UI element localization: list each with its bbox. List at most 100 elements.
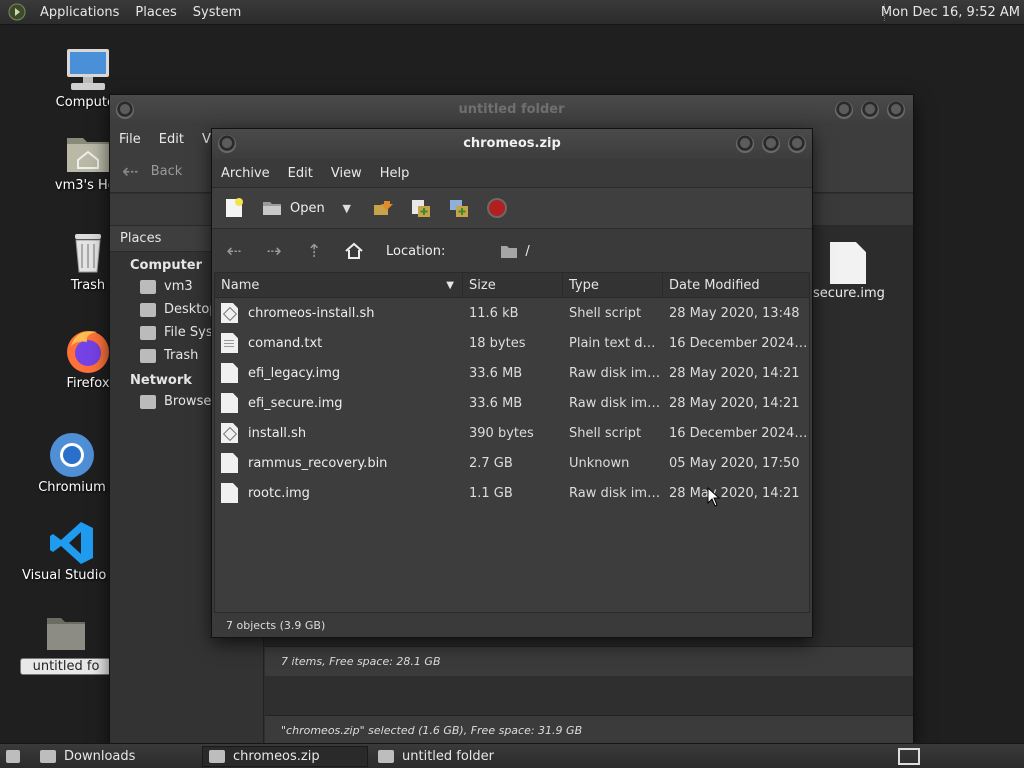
stop-icon (486, 198, 507, 218)
add-folder-icon (449, 200, 468, 217)
stop-button[interactable] (485, 196, 509, 220)
places-label: Places (120, 231, 162, 246)
minimize-button[interactable] (736, 135, 754, 153)
table-row[interactable]: install.sh 390 bytes Shell script 16 Decemb… (215, 418, 809, 448)
extract-icon (373, 201, 393, 215)
system-menu[interactable]: System (185, 5, 249, 20)
up-arrow-icon[interactable]: ⇡ (302, 239, 326, 263)
window-menu-button[interactable] (218, 135, 236, 153)
cell-size: 33.6 MB (469, 395, 523, 411)
menu-archive[interactable]: Archive (212, 166, 279, 181)
location-path[interactable]: / (501, 244, 530, 259)
back-button[interactable]: ⇠ Back (122, 159, 182, 183)
file-name: rootc.img (248, 485, 310, 501)
task-chromeos-zip[interactable]: chromeos.zip (202, 746, 368, 767)
desktop-icon-label: untitled fo (20, 658, 112, 675)
window-title[interactable]: chromeos.zip (212, 129, 812, 159)
desktop-icon-chromium[interactable]: Chromium (22, 430, 122, 495)
trash-icon (75, 234, 101, 273)
gnome-foot-icon[interactable] (8, 3, 26, 21)
table-row[interactable]: comand.txt 18 bytes Plain text do… 16 Decem… (215, 328, 809, 358)
file-name: efi_secure.img (248, 395, 343, 411)
cell-name: rammus_recovery.bin (215, 453, 463, 473)
menu-edit[interactable]: Edit (279, 166, 322, 181)
menu-edit[interactable]: Edit (150, 132, 193, 147)
table-row[interactable]: efi_legacy.img 33.6 MB Raw disk ima… 28 May… (215, 358, 809, 388)
show-desktop-button[interactable] (2, 746, 28, 767)
add-files-icon (411, 200, 430, 217)
file-name: rammus_recovery.bin (248, 455, 388, 471)
new-archive-button[interactable] (222, 196, 246, 220)
menu-view[interactable]: View (322, 166, 371, 181)
home-icon (140, 279, 156, 294)
file-rows: chromeos-install.sh 11.6 kB Shell script 28… (215, 298, 809, 508)
column-header-date[interactable]: Date Modified (663, 273, 809, 297)
cell-type: Shell script (569, 305, 642, 321)
archive-status: 7 objects (3.9 GB) (212, 615, 812, 637)
location-label: Location: (386, 243, 446, 259)
sidebar-item-label: vm3 (164, 279, 193, 294)
forward-arrow-icon[interactable]: ⇢ (262, 239, 286, 263)
computer-icon (67, 49, 109, 90)
open-dropdown-arrow-icon[interactable]: ▼ (335, 196, 359, 220)
window-menu-button[interactable] (116, 101, 134, 119)
back-arrow-icon: ⇠ (122, 159, 139, 183)
open-folder-icon (263, 202, 281, 215)
cell-name: rootc.img (215, 483, 463, 503)
table-row[interactable]: efi_secure.img 33.6 MB Raw disk ima… 28 May… (215, 388, 809, 418)
close-button[interactable] (788, 135, 806, 153)
menu-help[interactable]: Help (371, 166, 419, 181)
back-label: Back (150, 163, 183, 179)
top-panel: Applications Places System Mon Dec 16, 9… (0, 0, 1024, 25)
desktop-icon-vscode[interactable]: Visual Studio Co (22, 518, 122, 583)
file-name: comand.txt (248, 335, 323, 351)
trash-icon (140, 348, 156, 363)
toolbar: Open ▼ (212, 187, 812, 229)
clock[interactable]: Mon Dec 16, 9:52 AM (881, 0, 1020, 25)
folder-icon (47, 618, 85, 650)
cell-name: chromeos-install.sh (215, 303, 463, 323)
sidebar-item-label: Trash (164, 348, 199, 363)
add-files-button[interactable] (409, 196, 433, 220)
cell-name: efi_legacy.img (215, 363, 463, 383)
file-icon (221, 483, 238, 503)
menu-file[interactable]: File (110, 132, 150, 147)
task-untitled-folder[interactable]: untitled folder (372, 746, 532, 767)
cell-name: install.sh (215, 423, 463, 443)
open-button[interactable] (260, 196, 284, 220)
minimize-button[interactable] (835, 101, 853, 119)
extract-button[interactable] (371, 196, 395, 220)
cell-type: Shell script (569, 425, 642, 441)
places-menu[interactable]: Places (127, 5, 184, 20)
column-header-row: Name ▼ Size Type Date Modified (215, 273, 809, 298)
add-folder-button[interactable] (447, 196, 471, 220)
folder-icon (501, 245, 518, 258)
desktop-icon-untitled-folder[interactable]: untitled fo (20, 608, 112, 675)
task-label: untitled folder (402, 749, 495, 764)
maximize-button[interactable] (762, 135, 780, 153)
task-downloads[interactable]: Downloads (34, 746, 196, 767)
back-arrow-icon[interactable]: ⇠ (222, 239, 246, 263)
table-row[interactable]: chromeos-install.sh 11.6 kB Shell script 28… (215, 298, 809, 328)
desktop-icon (140, 302, 156, 317)
column-header-name[interactable]: Name ▼ (215, 273, 463, 297)
window-title[interactable]: untitled folder (110, 95, 913, 125)
home-folder-icon (67, 138, 109, 172)
close-button[interactable] (887, 101, 905, 119)
cell-size: 1.1 GB (469, 485, 513, 501)
sort-down-icon: ▼ (446, 280, 454, 291)
applications-menu[interactable]: Applications (32, 5, 127, 20)
archive-icon (209, 750, 225, 763)
cell-date: 16 December 2024, 1… (669, 335, 809, 351)
open-label[interactable]: Open (290, 201, 325, 216)
column-header-size[interactable]: Size (463, 273, 563, 297)
file-item[interactable]: secure.img (813, 242, 885, 301)
home-button[interactable] (342, 239, 366, 263)
cell-size: 11.6 kB (469, 305, 519, 321)
workspace-switcher[interactable] (896, 746, 922, 767)
cell-date: 28 May 2020, 14:21 (669, 395, 800, 411)
column-header-type[interactable]: Type (563, 273, 663, 297)
location-bar: ⇠ ⇢ ⇡ Location: / (212, 230, 812, 272)
maximize-button[interactable] (861, 101, 879, 119)
table-row[interactable]: rammus_recovery.bin 2.7 GB Unknown 05 May 2… (215, 448, 809, 478)
